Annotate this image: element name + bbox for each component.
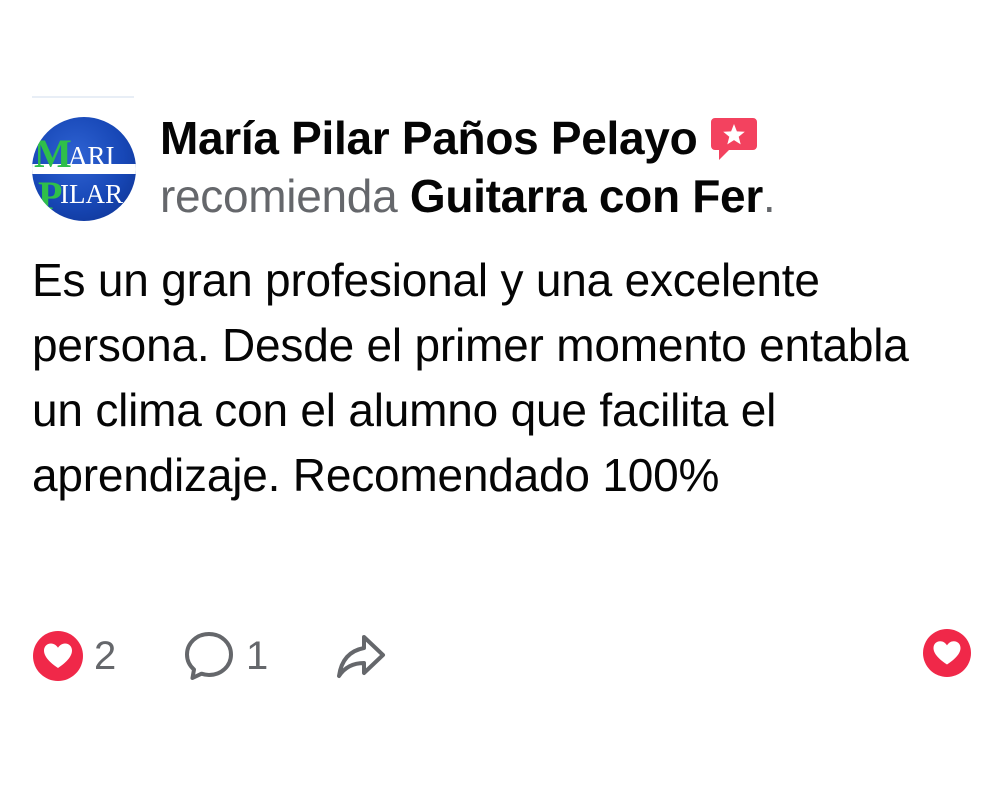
svg-text:P: P	[38, 173, 62, 218]
post-header: María Pilar Paños Pelayo recomienda Guit…	[160, 108, 960, 224]
heart-icon	[33, 631, 83, 681]
share-arrow-icon	[337, 635, 385, 678]
comment-count: 1	[246, 633, 269, 678]
comment-button[interactable]: 1	[182, 629, 334, 683]
svg-text:M: M	[34, 131, 72, 176]
avatar[interactable]: M ARI P ILAR	[32, 117, 136, 221]
top-divider	[32, 96, 134, 98]
action-bar: 2 1	[32, 628, 388, 684]
recommend-verb: recomienda	[160, 170, 398, 222]
sentence-period: .	[762, 170, 776, 222]
react-heart-button[interactable]	[922, 628, 972, 678]
review-text: Es un gran profesional y una excelente p…	[32, 254, 909, 501]
author-name[interactable]: María Pilar Paños Pelayo	[160, 111, 698, 165]
logo-line1: ARI	[68, 141, 115, 171]
logo-line2: ILAR	[60, 179, 123, 209]
recommendation-line: recomienda Guitarra con Fer.	[160, 168, 960, 224]
recommend-badge-icon	[709, 114, 759, 169]
like-count: 2	[94, 633, 117, 678]
heart-icon	[923, 629, 971, 677]
brand-logo-icon: M ARI P ILAR	[32, 131, 136, 218]
like-button[interactable]: 2	[32, 630, 182, 682]
share-button[interactable]	[334, 629, 388, 683]
page-name-link[interactable]: Guitarra con Fer	[410, 170, 763, 222]
comment-bubble-icon	[185, 632, 233, 680]
